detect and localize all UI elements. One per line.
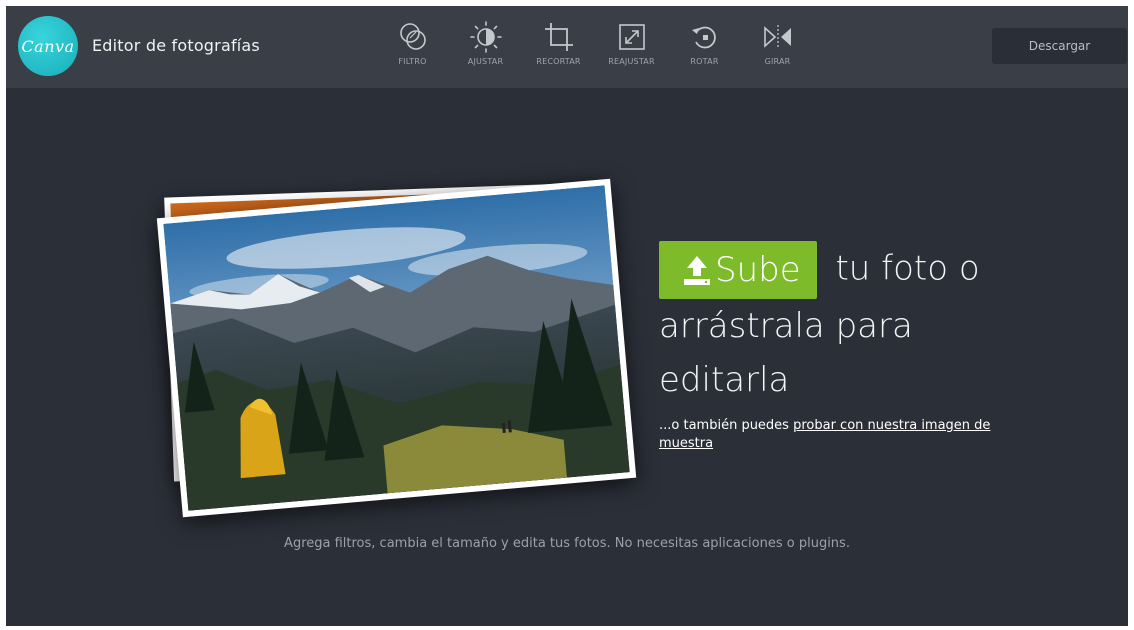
flip-icon <box>763 25 791 49</box>
app-title: Editor de fotografías <box>92 36 260 55</box>
tool-rotate-label: ROTAR <box>690 57 719 66</box>
sample-prompt: ...o también puedes probar con nuestra i… <box>659 417 1019 453</box>
app-window: Canva Editor de fotografías FILTRO AJUST… <box>6 6 1128 626</box>
footer-tagline: Agrega filtros, cambia el tamaño y edita… <box>284 536 850 551</box>
tool-filter[interactable]: FILTRO <box>376 20 449 66</box>
sample-photo <box>156 178 637 518</box>
top-bar: Canva Editor de fotografías FILTRO AJUST… <box>6 6 1128 88</box>
headline-part-3: editarla <box>659 360 790 400</box>
upload-headline: Sube tu foto o arrástrala para editarla <box>659 241 1019 407</box>
tool-filter-label: FILTRO <box>398 57 427 66</box>
tool-rotate[interactable]: ROTAR <box>668 20 741 66</box>
tool-flip-label: GIRAR <box>764 57 791 66</box>
headline-part-2: arrástrala para <box>659 306 913 346</box>
download-button[interactable]: Descargar <box>992 28 1127 64</box>
mountain-landscape-image <box>163 185 630 511</box>
sample-photo-stack[interactable] <box>151 168 641 518</box>
upload-panel: Sube tu foto o arrástrala para editarla … <box>659 241 1019 453</box>
tool-crop-label: RECORTAR <box>536 57 581 66</box>
upload-button-label: Sube <box>715 250 801 290</box>
brightness-icon <box>469 21 502 53</box>
upload-icon <box>684 256 710 285</box>
tool-resize-label: REAJUSTAR <box>608 57 655 66</box>
tool-adjust[interactable]: AJUSTAR <box>449 20 522 66</box>
rotate-icon <box>691 26 716 49</box>
filter-icon <box>399 23 426 50</box>
canva-logo[interactable]: Canva <box>18 16 78 76</box>
headline-part-1: tu foto o <box>835 248 980 289</box>
tool-adjust-label: AJUSTAR <box>467 57 504 66</box>
sample-prompt-prefix: ...o también puedes <box>659 418 794 433</box>
tool-crop[interactable]: RECORTAR <box>522 20 595 66</box>
tool-bar: FILTRO AJUSTAR RECORTAR REAJUSTAR ROTAR … <box>376 20 814 66</box>
crop-icon <box>544 23 573 51</box>
upload-button[interactable]: Sube <box>659 241 817 299</box>
tool-flip[interactable]: GIRAR <box>741 20 814 66</box>
logo-text: Canva <box>21 36 75 56</box>
tool-resize[interactable]: REAJUSTAR <box>595 20 668 66</box>
resize-icon <box>618 24 645 50</box>
